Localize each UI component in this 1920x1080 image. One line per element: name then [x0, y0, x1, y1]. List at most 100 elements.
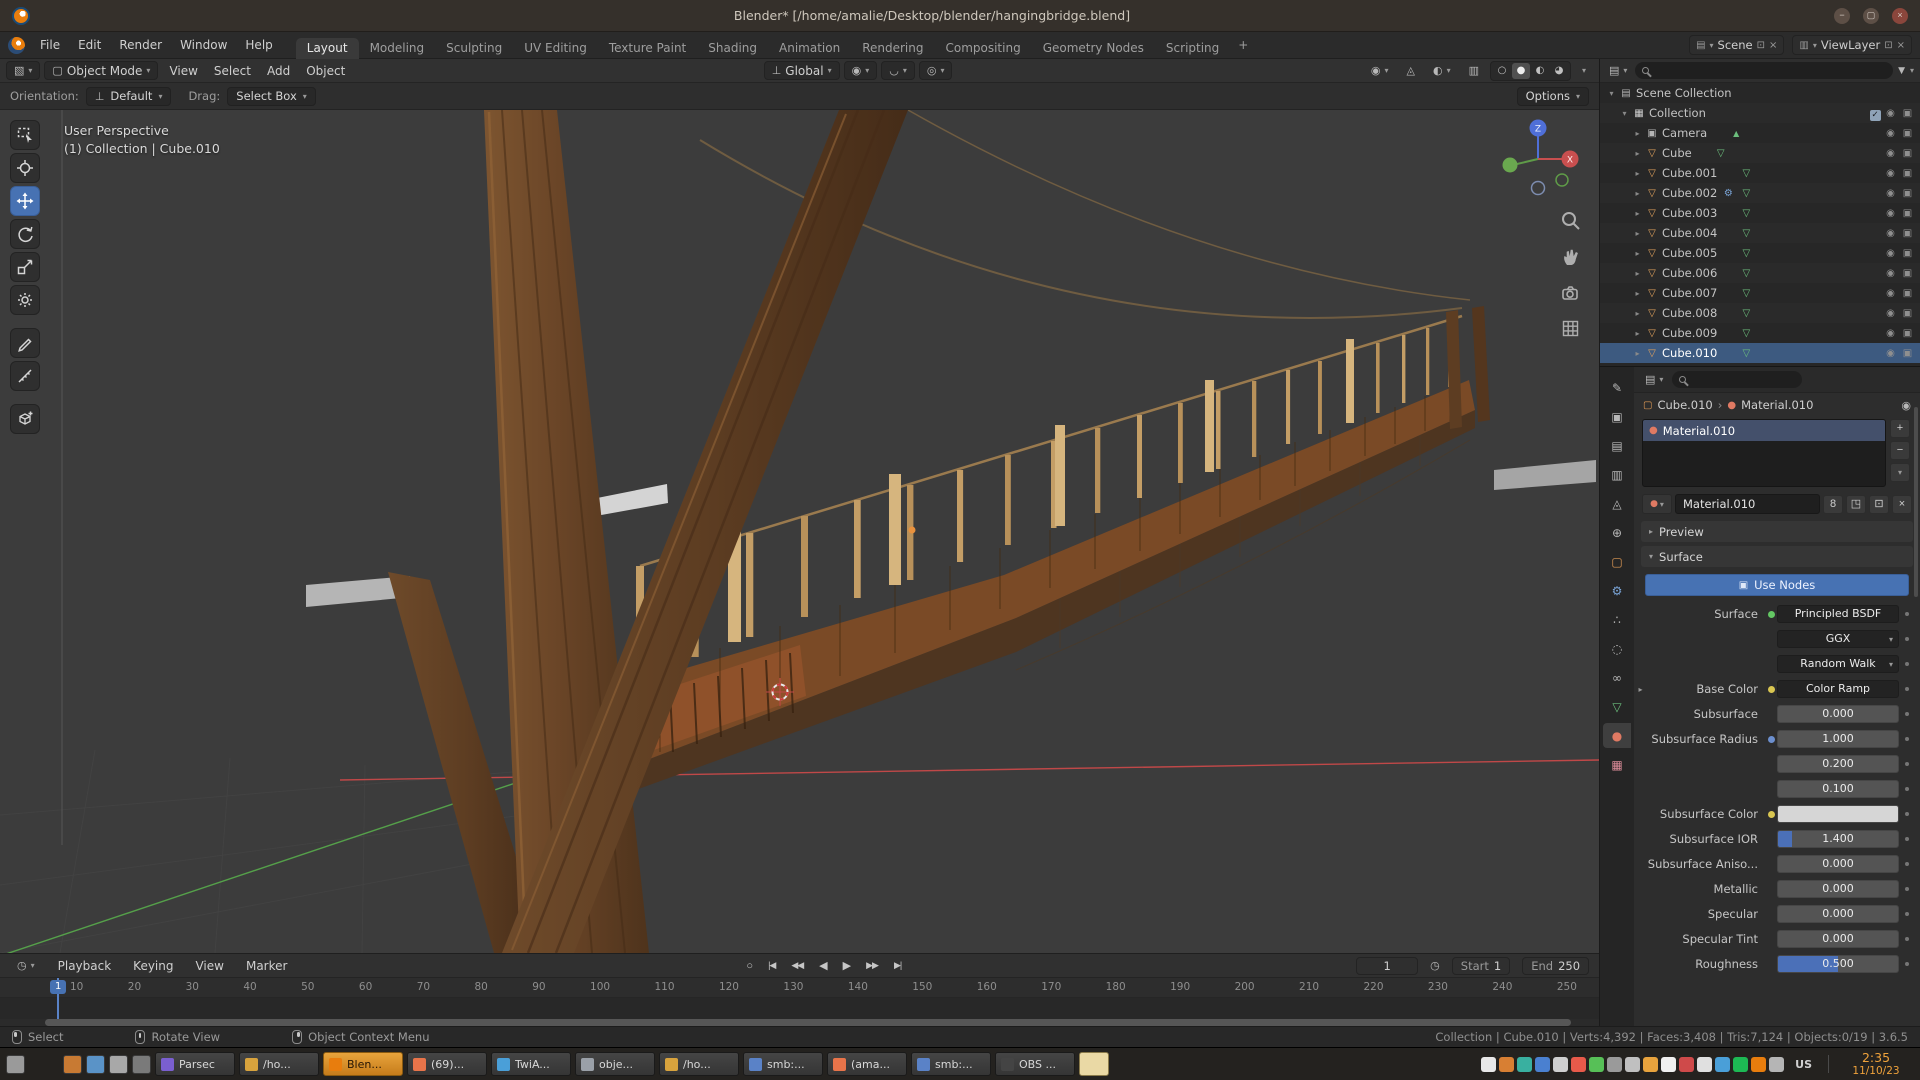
tray-icon[interactable]: [1643, 1057, 1658, 1072]
keyboard-layout-indicator[interactable]: US: [1795, 1058, 1812, 1071]
hide-in-viewport-eye-icon[interactable]: [1882, 348, 1899, 359]
show-overlays-button[interactable]: ◐▾: [1426, 61, 1458, 80]
shading-material-button[interactable]: ◐: [1531, 63, 1549, 79]
viewport-canvas[interactable]: [0, 110, 1599, 953]
disable-in-render-icon[interactable]: [1899, 328, 1916, 339]
outliner-item-label[interactable]: Scene Collection: [1636, 86, 1732, 100]
property-value-control[interactable]: 0.000: [1777, 855, 1899, 873]
properties-scrollbar[interactable]: [1914, 407, 1918, 597]
expand-arrow-icon[interactable]: ▸: [1630, 269, 1645, 278]
workspace-tab[interactable]: Sculpting: [435, 38, 513, 59]
taskbar-app-button[interactable]: /ho...: [239, 1052, 319, 1076]
menubar-item[interactable]: Render: [110, 35, 171, 55]
toggle-ortho-icon[interactable]: [1560, 318, 1582, 343]
outliner-row[interactable]: ▸ Cube.005: [1600, 243, 1920, 263]
taskbar-app-button[interactable]: smb:...: [743, 1052, 823, 1076]
animate-dot-icon[interactable]: [1899, 687, 1914, 691]
outliner-item-label[interactable]: Collection: [1649, 106, 1706, 120]
expand-arrow-icon[interactable]: ▸: [1630, 289, 1645, 298]
hide-in-viewport-eye-icon[interactable]: [1882, 248, 1899, 259]
material-slot-list[interactable]: Material.010: [1642, 419, 1886, 487]
outliner-row[interactable]: ▸ Cube.007: [1600, 283, 1920, 303]
outliner-row[interactable]: ▸ Cube.009: [1600, 323, 1920, 343]
disable-in-render-icon[interactable]: [1899, 288, 1916, 299]
viewport-menu-item[interactable]: Object: [299, 61, 352, 80]
properties-tab[interactable]: [1603, 636, 1631, 661]
expand-arrow-icon[interactable]: ▸: [1630, 329, 1645, 338]
disable-in-render-icon[interactable]: [1899, 188, 1916, 199]
viewlayer-selector[interactable]: ▥▾ ViewLayer ⊡ ×: [1792, 35, 1912, 55]
menubar-item[interactable]: Edit: [69, 35, 110, 55]
outliner-item-label[interactable]: Cube.010: [1662, 346, 1717, 360]
shading-rendered-button[interactable]: ◕: [1550, 63, 1568, 79]
outliner-editor-type-button[interactable]: ▤▾: [1606, 61, 1630, 80]
workspace-tab[interactable]: Scripting: [1155, 38, 1230, 59]
hide-in-viewport-eye-icon[interactable]: [1882, 268, 1899, 279]
remove-slot-button[interactable]: −: [1890, 441, 1910, 460]
menubar-item[interactable]: Help: [236, 35, 281, 55]
animate-dot-icon[interactable]: [1899, 812, 1914, 816]
tool-select-box[interactable]: [10, 120, 40, 150]
shading-wireframe-button[interactable]: ○: [1493, 63, 1511, 79]
animate-dot-icon[interactable]: [1899, 837, 1914, 841]
3d-viewport[interactable]: User Perspective (1) Collection | Cube.0…: [0, 110, 1599, 953]
outliner-item-label[interactable]: Cube.003: [1662, 206, 1717, 220]
outliner-row[interactable]: ▾ Collection: [1600, 103, 1920, 123]
shading-dropdown[interactable]: ▾: [1575, 61, 1593, 80]
outliner-row[interactable]: ▾ Scene Collection: [1600, 83, 1920, 103]
outliner-item-label[interactable]: Cube.005: [1662, 246, 1717, 260]
taskbar-app-button[interactable]: smb:...: [911, 1052, 991, 1076]
hide-in-viewport-eye-icon[interactable]: [1882, 128, 1899, 139]
blank-app-button[interactable]: [1079, 1052, 1109, 1076]
hide-in-viewport-eye-icon[interactable]: [1882, 328, 1899, 339]
new-scene-icon[interactable]: ⊡: [1757, 40, 1765, 51]
disable-in-render-icon[interactable]: [1899, 168, 1916, 179]
preview-panel-header[interactable]: ▸ Preview: [1641, 521, 1913, 542]
outliner-options-chevron[interactable]: ▾: [1910, 66, 1914, 75]
launcher-icon[interactable]: [6, 1055, 25, 1074]
expand-arrow-icon[interactable]: ▸: [1630, 349, 1645, 358]
hide-in-viewport-eye-icon[interactable]: [1882, 308, 1899, 319]
drag-dropdown[interactable]: Select Box▾: [227, 87, 316, 106]
disable-in-render-icon[interactable]: [1899, 228, 1916, 239]
prev-keyframe-button[interactable]: ◀◀: [789, 960, 805, 971]
outliner-item-label[interactable]: Cube.002: [1662, 186, 1717, 200]
outliner-row[interactable]: ▸ Camera: [1600, 123, 1920, 143]
tool-move[interactable]: [10, 186, 40, 216]
properties-tab[interactable]: [1603, 665, 1631, 690]
workspace-tab[interactable]: Rendering: [851, 38, 934, 59]
tray-icon[interactable]: [1535, 1057, 1550, 1072]
launcher-icon[interactable]: [132, 1055, 151, 1074]
property-value-control[interactable]: Principled BSDF: [1777, 605, 1899, 623]
outliner-search-input[interactable]: [1635, 62, 1893, 79]
taskbar-app-button[interactable]: TwiA...: [491, 1052, 571, 1076]
tray-icon[interactable]: [1499, 1057, 1514, 1072]
hide-in-viewport-eye-icon[interactable]: [1882, 288, 1899, 299]
minimize-button[interactable]: −: [1834, 8, 1850, 24]
close-button[interactable]: ×: [1892, 8, 1908, 24]
blender-menu-icon[interactable]: [8, 37, 25, 54]
property-value-control[interactable]: Random Walk: [1777, 655, 1899, 673]
property-value-control[interactable]: 0.000: [1777, 880, 1899, 898]
animate-dot-icon[interactable]: [1899, 662, 1914, 666]
hide-in-viewport-eye-icon[interactable]: [1882, 228, 1899, 239]
properties-tab[interactable]: [1603, 520, 1631, 545]
properties-tab[interactable]: [1603, 578, 1631, 603]
properties-tab[interactable]: [1603, 723, 1631, 748]
expand-arrow-icon[interactable]: ▸: [1630, 149, 1645, 158]
add-workspace-button[interactable]: +: [1230, 38, 1256, 52]
tray-icon[interactable]: [1517, 1057, 1532, 1072]
properties-tab[interactable]: [1603, 462, 1631, 487]
collection-checkbox[interactable]: [1868, 106, 1882, 121]
timeline-track[interactable]: [0, 998, 1599, 1019]
workspace-tab[interactable]: Animation: [768, 38, 851, 59]
property-value-control[interactable]: 0.100: [1777, 780, 1899, 798]
workspace-tab[interactable]: Compositing: [934, 38, 1031, 59]
taskbar-app-button[interactable]: Parsec: [155, 1052, 235, 1076]
taskbar-clock[interactable]: 2:35 11/10/23: [1838, 1051, 1914, 1077]
frame-end-field[interactable]: End 250: [1522, 957, 1589, 975]
animate-dot-icon[interactable]: [1899, 612, 1914, 616]
next-keyframe-button[interactable]: ▶▶: [864, 960, 880, 971]
slot-specials-button[interactable]: ▾: [1890, 463, 1910, 482]
tray-icon[interactable]: [1481, 1057, 1496, 1072]
